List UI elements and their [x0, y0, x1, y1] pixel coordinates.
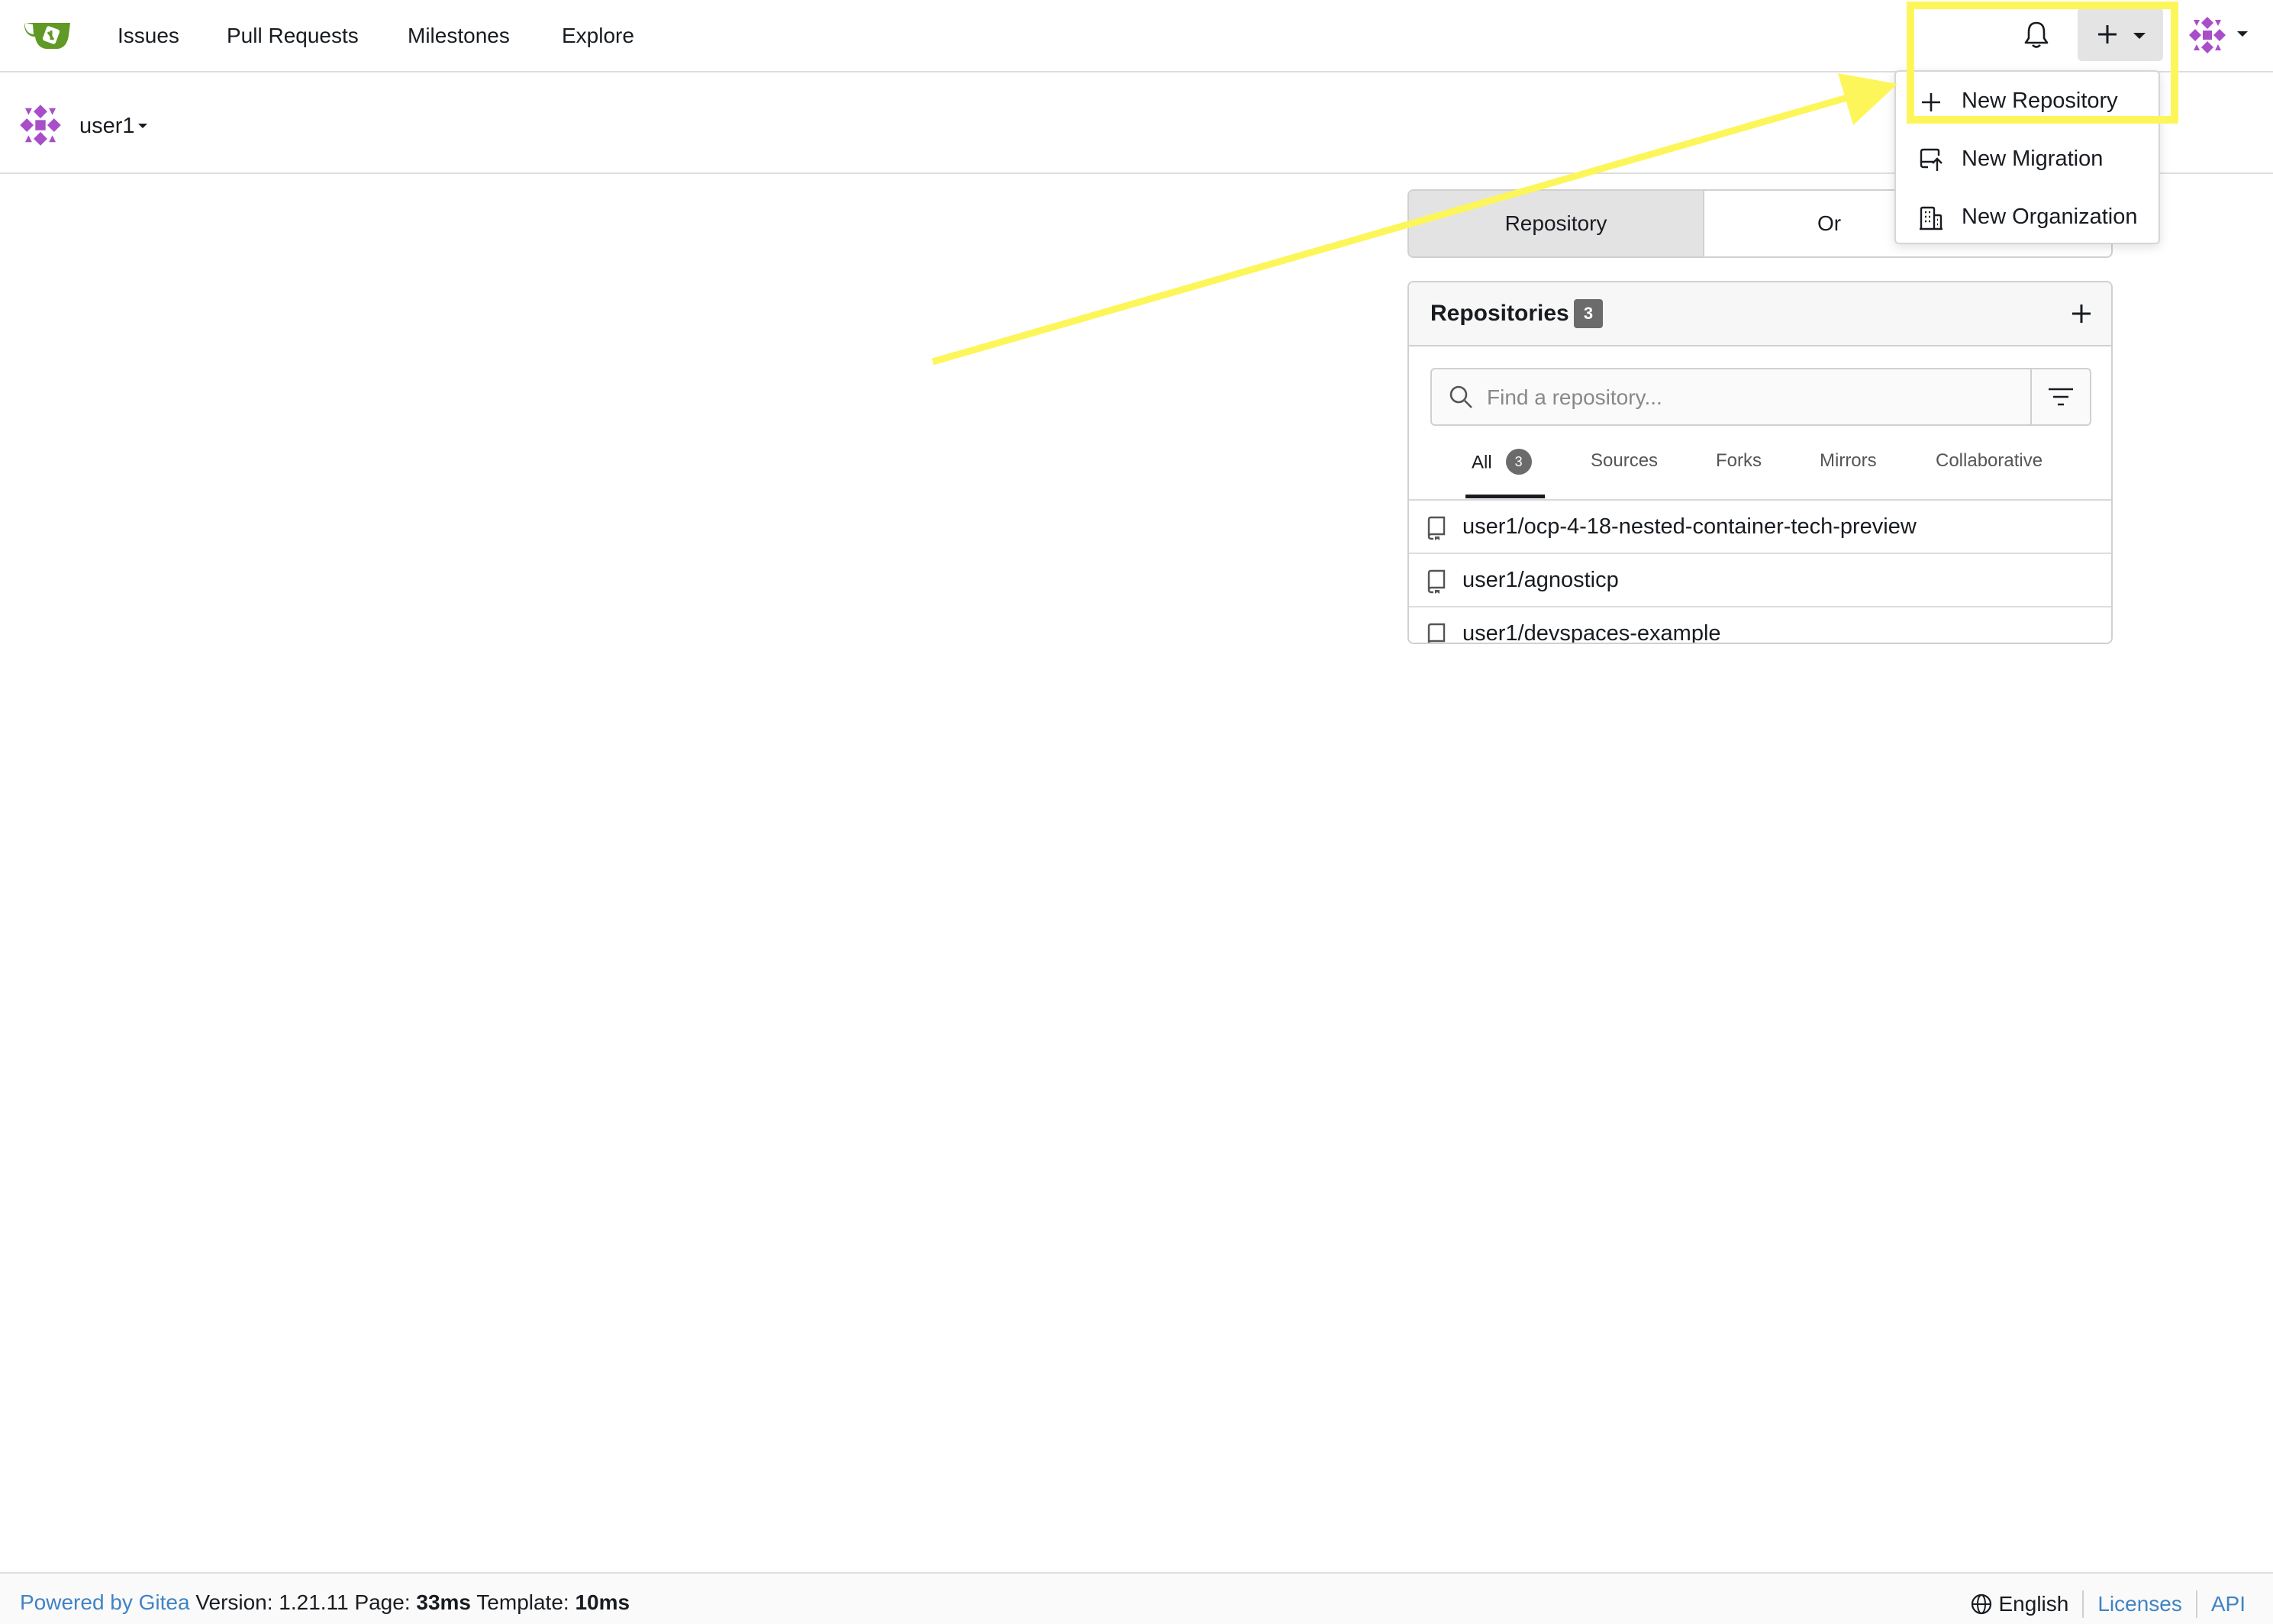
repo-list-item[interactable]: user1/devspaces-example: [1409, 607, 2111, 643]
repo-push-icon: [1920, 148, 1943, 171]
page-footer: Powered by Gitea Version: 1.21.11 Page: …: [0, 1572, 2273, 1624]
repositories-title: Repositories: [1430, 301, 1569, 326]
repositories-count-badge: 3: [1574, 299, 1603, 328]
filter-tab-label: All: [1472, 452, 1492, 473]
filter-tab-forks[interactable]: Forks: [1716, 450, 1762, 472]
footer-divider: [2195, 1590, 2197, 1618]
repo-name[interactable]: user1/devspaces-example: [1462, 621, 1721, 643]
plus-icon: [1922, 93, 1940, 111]
api-link[interactable]: API: [2211, 1592, 2246, 1616]
caret-down-icon: [2133, 33, 2146, 39]
tab-repository[interactable]: Repository: [1409, 191, 1704, 256]
filter-count-badge: 3: [1505, 449, 1532, 475]
footer-divider: [2082, 1590, 2084, 1618]
nav-issues[interactable]: Issues: [118, 23, 179, 49]
menu-item-new-repository[interactable]: New Repository: [1896, 73, 2159, 131]
filter-icon: [2049, 388, 2073, 406]
context-user-avatar[interactable]: [18, 103, 63, 147]
nav-milestones[interactable]: Milestones: [408, 23, 510, 49]
nav-pull-requests[interactable]: Pull Requests: [227, 23, 359, 49]
caret-down-icon[interactable]: [137, 123, 148, 129]
footer-info: Powered by Gitea Version: 1.21.11 Page: …: [20, 1590, 630, 1615]
menu-item-new-migration[interactable]: New Migration: [1896, 131, 2159, 189]
filter-tab-all[interactable]: All 3: [1472, 449, 1532, 476]
version-text: Version: 1.21.11: [195, 1590, 349, 1614]
user-avatar[interactable]: [2188, 15, 2227, 55]
filter-tab-mirrors[interactable]: Mirrors: [1820, 450, 1877, 472]
menu-item-label: New Migration: [1962, 147, 2104, 171]
filter-tab-sources[interactable]: Sources: [1591, 450, 1658, 472]
search-icon: [1449, 385, 1472, 408]
repository-filter-tabs: All 3 Sources Forks Mirrors Collaborative: [1409, 432, 2111, 501]
context-user-switcher[interactable]: user1: [79, 113, 135, 139]
repository-filter-button[interactable]: [2030, 369, 2090, 424]
organization-icon: [1920, 206, 1943, 230]
repositories-panel: Repositories 3 All 3 Sources Forks Mirror…: [1407, 281, 2113, 644]
page-time: 33ms: [416, 1590, 472, 1614]
licenses-link[interactable]: Licenses: [2097, 1592, 2182, 1616]
repo-name[interactable]: user1/agnosticp: [1462, 568, 1619, 593]
template-time: 10ms: [575, 1590, 630, 1614]
create-new-button[interactable]: [2078, 8, 2163, 61]
filter-tab-collaborative[interactable]: Collaborative: [1936, 450, 2042, 472]
powered-by-link[interactable]: Powered by Gitea: [20, 1590, 190, 1614]
repository-search-input[interactable]: [1485, 369, 2007, 426]
add-repository-icon[interactable]: [2070, 302, 2093, 325]
plus-icon: [2098, 25, 2117, 44]
globe-icon: [1971, 1593, 1991, 1615]
repo-icon: [1427, 516, 1446, 540]
repo-icon: [1427, 569, 1446, 594]
repo-name[interactable]: user1/ocp-4-18-nested-container-tech-pre…: [1462, 514, 1917, 540]
active-tab-underline: [1465, 495, 1545, 498]
menu-item-label: New Repository: [1962, 89, 2118, 113]
tab-organization-label: Or: [1817, 211, 1842, 235]
template-label: Template:: [476, 1590, 569, 1614]
repo-icon: [1427, 623, 1446, 643]
nav-explore[interactable]: Explore: [562, 23, 634, 49]
repositories-panel-header: Repositories 3: [1409, 282, 2111, 346]
caret-down-icon[interactable]: [2236, 31, 2249, 37]
language-selector[interactable]: English: [1999, 1592, 2069, 1616]
create-dropdown-menu: New Repository New Migration New Organiz…: [1894, 70, 2160, 244]
repo-list-item[interactable]: user1/agnosticp: [1409, 554, 2111, 607]
footer-links: English Licenses API: [1970, 1590, 2246, 1618]
menu-item-label: New Organization: [1962, 205, 2138, 229]
top-navbar: Issues Pull Requests Milestones Explore: [0, 0, 2273, 72]
bell-icon[interactable]: [2023, 20, 2050, 49]
repository-search: [1430, 368, 2091, 426]
gitea-logo-icon[interactable]: [23, 17, 72, 52]
menu-item-new-organization[interactable]: New Organization: [1896, 189, 2159, 247]
page-label: Page:: [354, 1590, 411, 1614]
repo-list-item[interactable]: user1/ocp-4-18-nested-container-tech-pre…: [1409, 501, 2111, 554]
